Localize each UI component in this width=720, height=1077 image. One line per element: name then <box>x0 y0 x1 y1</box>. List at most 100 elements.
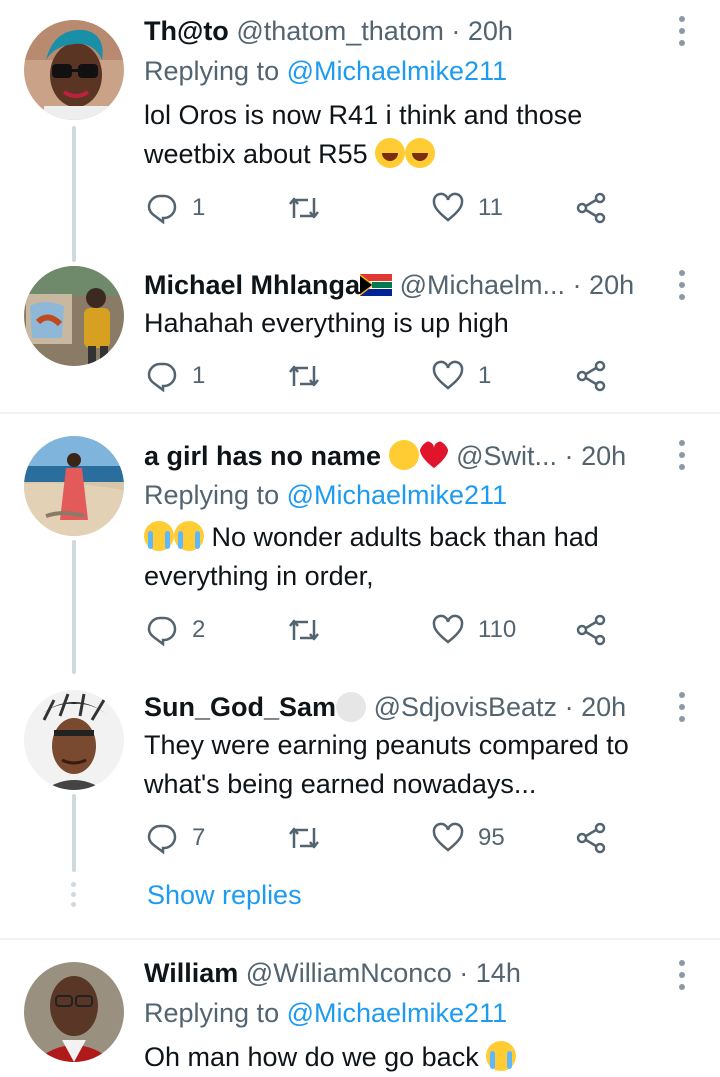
like-button[interactable]: 1 <box>432 356 491 396</box>
mention-link[interactable]: @Michaelmike211 <box>287 998 508 1028</box>
tweet-text-line: They were earning peanuts compared to <box>144 730 629 760</box>
more-vertical-icon[interactable] <box>674 440 690 470</box>
crying-emoji-icon <box>174 521 204 551</box>
tweet-text-line: what's being earned nowadays... <box>144 769 537 799</box>
display-name[interactable]: a girl has no name <box>144 441 381 471</box>
retweet-button[interactable] <box>286 818 322 858</box>
timestamp[interactable]: 20h <box>581 692 626 722</box>
tweet-actions: 1 11 <box>144 188 624 228</box>
user-handle[interactable]: @Swit... <box>456 441 557 471</box>
tweet-william[interactable]: William @WilliamNconco · 14h Replying to… <box>0 940 720 1072</box>
tweet-header: Michael Mhlanga @Michaelm... · 20h <box>144 270 634 301</box>
tweet-header: a girl has no name @Swit... · 20h <box>144 440 626 472</box>
reply-button[interactable]: 1 <box>146 356 205 396</box>
reply-count: 1 <box>192 362 206 389</box>
timestamp[interactable]: 20h <box>589 270 634 300</box>
tweet-michael[interactable]: Michael Mhlanga @Michaelm... · 20h Hahah… <box>0 262 720 412</box>
heart-icon <box>432 614 464 644</box>
timestamp[interactable]: 20h <box>468 16 513 46</box>
retweet-button[interactable] <box>286 356 322 396</box>
thread-line <box>72 540 76 674</box>
like-button[interactable]: 110 <box>432 610 516 650</box>
reply-button[interactable]: 7 <box>146 818 205 858</box>
retweet-icon <box>289 619 319 641</box>
replying-to-label: Replying to <box>144 480 280 510</box>
share-button[interactable] <box>576 356 608 396</box>
tweet-header: William @WilliamNconco · 14h <box>144 958 521 989</box>
tweet-thato[interactable]: Th@to @thatom_thatom · 20h Replying to @… <box>0 0 720 262</box>
reply-icon <box>147 616 177 646</box>
tweet-a-girl-has-no-name[interactable]: a girl has no name @Swit... · 20h Replyi… <box>0 414 720 674</box>
reply-icon <box>147 362 177 392</box>
separator-dot: · <box>572 270 582 300</box>
avatar[interactable] <box>24 690 124 790</box>
replying-to: Replying to @Michaelmike211 <box>144 480 507 511</box>
display-name[interactable]: Sun_God_Sam <box>144 692 336 722</box>
avatar[interactable] <box>24 20 124 120</box>
retweet-icon <box>289 197 319 219</box>
retweet-button[interactable] <box>286 610 322 650</box>
like-button[interactable]: 11 <box>432 188 503 228</box>
tweet-header: Th@to @thatom_thatom · 20h <box>144 16 513 47</box>
rofl-emoji-icon <box>405 138 436 168</box>
replying-to: Replying to @Michaelmike211 <box>144 56 507 87</box>
reply-button[interactable]: 2 <box>146 610 205 650</box>
display-name[interactable]: Th@to <box>144 16 229 46</box>
thread-line <box>72 126 76 262</box>
like-count: 95 <box>478 824 505 851</box>
reply-icon <box>147 194 177 224</box>
share-button[interactable] <box>576 818 608 858</box>
timestamp[interactable]: 20h <box>581 441 626 471</box>
like-count: 110 <box>478 616 517 643</box>
like-button[interactable]: 95 <box>432 818 505 858</box>
more-vertical-icon[interactable] <box>674 692 690 722</box>
replying-to-label: Replying to <box>144 998 280 1028</box>
tweet-text: Oh man how do we go back <box>144 1038 684 1077</box>
user-handle[interactable]: @thatom_thatom <box>236 16 444 46</box>
separator-dot: · <box>564 692 574 722</box>
avatar[interactable] <box>24 962 124 1062</box>
user-handle[interactable]: @SdjovisBeatz <box>374 692 558 722</box>
share-button[interactable] <box>576 610 608 650</box>
timestamp[interactable]: 14h <box>476 958 521 988</box>
show-replies-link[interactable]: Show replies <box>147 880 302 911</box>
tweet-text-line: lol Oros is now R41 i think and those <box>144 100 583 130</box>
user-handle[interactable]: @Michaelm... <box>400 270 565 300</box>
reply-count: 1 <box>192 194 206 221</box>
mention-link[interactable]: @Michaelmike211 <box>287 56 508 86</box>
share-icon <box>576 192 606 224</box>
display-name[interactable]: Michael Mhlanga <box>144 270 360 300</box>
reply-icon <box>147 824 177 854</box>
share-icon <box>576 822 606 854</box>
tweet-sun-god-sam[interactable]: Sun_God_Sam @SdjovisBeatz · 20h They wer… <box>0 674 720 938</box>
share-button[interactable] <box>576 188 608 228</box>
separator-dot: · <box>564 441 574 471</box>
tweet-text: lol Oros is now R41 i think and those we… <box>144 96 684 174</box>
tweet-text-line: Oh man how do we go back <box>144 1042 479 1072</box>
share-icon <box>576 614 606 646</box>
tweet-text-line: No wonder adults back than had <box>211 522 599 552</box>
heart-icon <box>432 192 464 222</box>
tweet-actions: 2 110 <box>144 610 624 650</box>
tweet-text: They were earning peanuts compared to wh… <box>144 726 684 804</box>
reply-count: 7 <box>192 824 206 851</box>
tweet-text: No wonder adults back than had everythin… <box>144 518 684 596</box>
rofl-emoji-icon <box>375 138 406 168</box>
more-vertical-icon[interactable] <box>674 960 690 990</box>
reply-button[interactable]: 1 <box>146 188 205 228</box>
tweet-text: Hahahah everything is up high <box>144 304 684 343</box>
more-vertical-icon[interactable] <box>674 16 690 46</box>
mention-link[interactable]: @Michaelmike211 <box>287 480 508 510</box>
user-handle[interactable]: @WilliamNconco <box>246 958 452 988</box>
reply-count: 2 <box>192 616 206 643</box>
display-name[interactable]: William <box>144 958 238 988</box>
heart-icon <box>432 360 464 390</box>
avatar[interactable] <box>24 436 124 536</box>
tweet-text-line: everything in order, <box>144 561 374 591</box>
avatar[interactable] <box>24 266 124 366</box>
tweet-actions: 7 95 <box>144 818 624 858</box>
separator-dot: · <box>451 16 461 46</box>
retweet-button[interactable] <box>286 188 322 228</box>
more-vertical-icon[interactable] <box>674 270 690 300</box>
crying-emoji-icon <box>486 1041 517 1071</box>
